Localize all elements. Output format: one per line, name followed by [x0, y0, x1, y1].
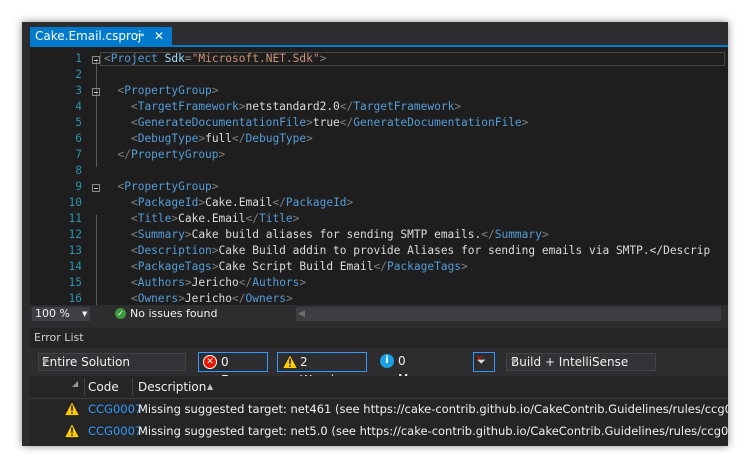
- error-list-row[interactable]: CCG0007 Missing suggested target: net5.0…: [30, 421, 728, 441]
- error-description: Missing suggested target: net461 (see ht…: [138, 402, 728, 416]
- code-line[interactable]: <PackageTags>Cake Script Build Email</Pa…: [104, 260, 468, 273]
- fold-guide: [96, 59, 97, 167]
- collapse-icon[interactable]: [92, 184, 100, 192]
- zoom-level: 100 %: [35, 307, 70, 320]
- document-tab-strip: Cake.Email.csproj ⊸ ✕: [22, 22, 728, 45]
- clear-filter-button[interactable]: ⏷ ✕: [473, 352, 495, 372]
- editor-status-bar: 100 % ▼ ✓ No issues found ◀: [30, 305, 728, 323]
- line-number: 10: [68, 196, 82, 209]
- error-list-header: ◢ Code Description ▲: [30, 376, 728, 399]
- clear-x-icon: ✕: [476, 354, 483, 363]
- chevron-down-icon: ▼: [42, 357, 49, 366]
- code-line[interactable]: <PropertyGroup>: [104, 84, 218, 97]
- chevron-down-icon: ▼: [511, 357, 518, 366]
- line-number: 13: [68, 244, 82, 257]
- code-line[interactable]: <PackageId>Cake.Email</PackageId>: [104, 196, 353, 209]
- errors-filter-button[interactable]: ✕ 0 Errors: [198, 352, 268, 387]
- column-header-code[interactable]: Code: [88, 380, 119, 394]
- code-line[interactable]: <GenerateDocumentationFile>true</Generat…: [104, 116, 528, 129]
- warnings-filter-button[interactable]: 2 Warnings: [277, 352, 367, 387]
- error-icon: ✕: [203, 355, 217, 369]
- error-list-toolbar: Entire Solution ▼ ✕ 0 Errors 2 Warnings …: [30, 348, 728, 387]
- collapse-icon[interactable]: [92, 88, 100, 96]
- line-number: 7: [75, 148, 82, 161]
- code-line[interactable]: </PropertyGroup>: [104, 148, 225, 161]
- line-number: 2: [75, 68, 82, 81]
- line-number: 14: [68, 260, 82, 273]
- error-description: Missing suggested target: net5.0 (see ht…: [138, 424, 728, 438]
- fold-guide: [96, 215, 97, 305]
- line-number: 16: [68, 292, 82, 305]
- info-icon: i: [380, 354, 394, 368]
- warning-icon: [64, 423, 80, 438]
- code-line[interactable]: <Summary>Cake build aliases for sending …: [104, 228, 549, 241]
- issues-status[interactable]: No issues found: [130, 306, 217, 322]
- panel-title: Error List: [34, 331, 84, 344]
- document-tab-title: Cake.Email.csproj: [35, 29, 142, 43]
- error-code-link[interactable]: CCG0007: [88, 424, 142, 438]
- messages-filter-button[interactable]: i 0 Messages: [376, 352, 461, 386]
- column-separator[interactable]: [84, 378, 85, 396]
- check-circle-icon: ✓: [115, 308, 126, 319]
- error-list-panel: Error List Entire Solution ▼ ✕ 0 Errors …: [30, 328, 728, 446]
- column-separator[interactable]: [132, 378, 133, 396]
- line-number: 12: [68, 228, 82, 241]
- build-source-dropdown[interactable]: Build + IntelliSense ▼: [506, 353, 656, 371]
- line-number: 3: [75, 84, 82, 97]
- code-line[interactable]: <Owners>Jericho</Owners>: [104, 292, 293, 305]
- line-number: 11: [68, 212, 82, 225]
- code-line[interactable]: <TargetFramework>netstandard2.0</TargetF…: [104, 100, 461, 113]
- line-number: 5: [75, 116, 82, 129]
- scope-dropdown[interactable]: Entire Solution ▼: [38, 353, 186, 371]
- code-editor[interactable]: 1 <Project Sdk="Microsoft.NET.Sdk"> 2 3 <Pr…: [30, 47, 728, 305]
- line-number: 1: [75, 52, 82, 65]
- line-number: 15: [68, 276, 82, 289]
- scroll-left-icon[interactable]: ◀: [298, 307, 305, 321]
- sort-ascending-icon: ▲: [207, 382, 214, 391]
- zoom-dropdown[interactable]: 100 % ▼: [32, 307, 90, 321]
- document-tab[interactable]: Cake.Email.csproj ⊸ ✕: [30, 27, 172, 45]
- error-list-row[interactable]: CCG0007 Missing suggested target: net461…: [30, 399, 728, 419]
- code-line[interactable]: <Authors>Jericho</Authors>: [104, 276, 306, 289]
- horizontal-scrollbar[interactable]: [296, 307, 721, 321]
- line-number: 4: [75, 100, 82, 113]
- line-number: 8: [75, 164, 82, 177]
- ide-window: Cake.Email.csproj ⊸ ✕ 1 <Project Sdk="Mic…: [22, 22, 728, 446]
- warning-icon: [64, 401, 80, 416]
- column-header-description[interactable]: Description: [138, 380, 206, 394]
- chevron-down-icon: ▼: [82, 310, 88, 318]
- line-number: 6: [75, 132, 82, 145]
- error-code-link[interactable]: CCG0007: [88, 402, 142, 416]
- code-line[interactable]: <Title>Cake.Email</Title>: [104, 212, 299, 225]
- collapse-icon[interactable]: [92, 56, 100, 64]
- code-line[interactable]: <Description>Cake Build addin to provide…: [104, 244, 710, 257]
- column-chooser-icon[interactable]: ◢: [72, 379, 78, 388]
- code-line[interactable]: <Project Sdk="Microsoft.NET.Sdk">: [104, 52, 326, 65]
- code-line[interactable]: <PropertyGroup>: [104, 180, 218, 193]
- line-number: 9: [75, 180, 82, 193]
- pin-icon[interactable]: ⊸: [136, 27, 144, 45]
- code-line[interactable]: <DebugType>full</DebugType>: [104, 132, 313, 145]
- close-icon[interactable]: ✕: [154, 27, 164, 45]
- warning-icon: [282, 354, 298, 369]
